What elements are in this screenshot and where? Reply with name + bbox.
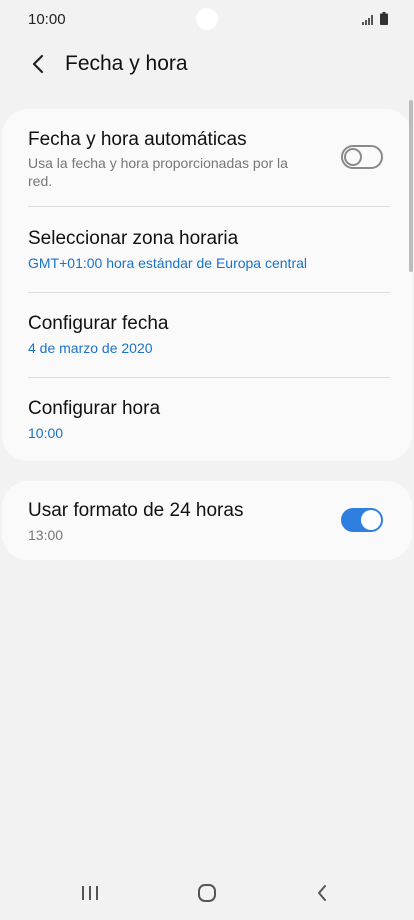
auto-datetime-subtitle-line1: Usa la fecha y hora proporcionadas por l… [28,155,288,171]
page-title: Fecha y hora [65,52,188,75]
timezone-row[interactable]: Seleccionar zona horaria GMT+01:00 hora … [2,207,412,292]
status-icons [362,12,388,25]
set-date-row[interactable]: Configurar fecha 4 de marzo de 2020 [2,292,412,377]
set-date-title: Configurar fecha [28,313,169,334]
camera-cutout [196,8,218,30]
toggle-knob [344,148,362,166]
status-bar: 10:00 [0,0,414,38]
set-time-value: 10:00 [28,425,64,441]
auto-datetime-subtitle-line2: red. [28,173,53,189]
settings-card-datetime: Fecha y hora automáticas Usa la fecha y … [2,109,412,461]
nav-back-button[interactable] [302,878,342,908]
battery-icon [380,12,388,25]
auto-datetime-toggle[interactable] [341,145,383,169]
format-24h-title: Usar formato de 24 horas [28,500,244,521]
navigation-bar [0,864,414,920]
home-icon [198,884,216,902]
status-time: 10:00 [28,11,66,28]
format-24h-toggle[interactable] [341,508,383,532]
recents-button[interactable] [70,878,110,908]
home-button[interactable] [187,878,227,908]
scrollbar[interactable] [409,100,413,272]
recents-icon [82,886,98,900]
back-arrow-icon [32,54,44,74]
set-time-row[interactable]: Configurar hora 10:00 [2,377,412,461]
format-24h-value: 13:00 [28,527,64,543]
timezone-title: Seleccionar zona horaria [28,228,239,249]
auto-datetime-title: Fecha y hora automáticas [28,129,247,150]
set-time-title: Configurar hora [28,398,161,419]
set-date-value: 4 de marzo de 2020 [28,340,153,356]
format-24h-row[interactable]: Usar formato de 24 horas 13:00 [2,481,412,560]
timezone-value: GMT+01:00 hora estándar de Europa centra… [28,255,308,271]
back-button[interactable] [24,50,52,78]
toggle-knob [361,510,381,530]
auto-datetime-row[interactable]: Fecha y hora automáticas Usa la fecha y … [2,109,412,207]
nav-back-icon [318,885,326,901]
settings-card-format: Usar formato de 24 horas 13:00 [2,481,412,560]
signal-icon [362,15,374,25]
header: Fecha y hora [0,44,414,84]
